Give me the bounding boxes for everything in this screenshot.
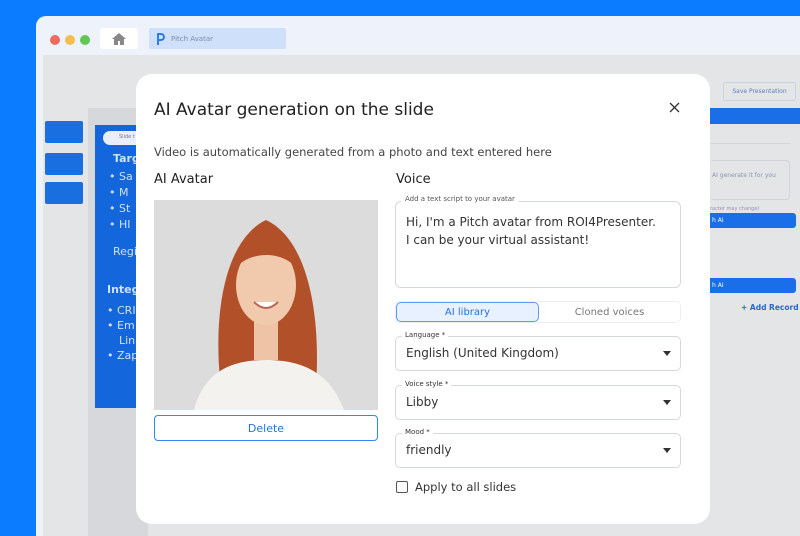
voice-style-select[interactable]: Voice style * Libby (395, 380, 681, 420)
tab-title: Pitch Avatar (171, 34, 213, 43)
modal-subtitle: Video is automatically generated from a … (154, 145, 552, 159)
voice-heading: Voice (396, 172, 431, 187)
delete-button[interactable]: Delete (154, 415, 378, 441)
slide-thumbnail[interactable] (45, 121, 83, 143)
ai-avatar-modal: AI Avatar generation on the slide Video … (136, 74, 710, 524)
script-textarea[interactable]: Hi, I'm a Pitch avatar from ROI4Presente… (395, 201, 681, 288)
browser-tab[interactable]: Pitch Avatar (149, 28, 286, 49)
add-record-link[interactable]: + Add Record (741, 303, 799, 312)
slide-thumbnail[interactable] (45, 182, 83, 204)
close-window-dot[interactable] (50, 35, 60, 45)
slide-bullet: • Sa (109, 170, 133, 183)
generate-ai-button-2[interactable]: h AI (710, 278, 796, 293)
language-label: Language * (402, 331, 449, 339)
tab-cloned-voices[interactable]: Cloned voices (539, 302, 680, 322)
home-button[interactable] (100, 28, 138, 49)
apply-all-label[interactable]: Apply to all slides (415, 480, 516, 494)
chevron-down-icon (663, 351, 671, 356)
script-line: I can be your virtual assistant! (406, 233, 590, 247)
save-presentation-button[interactable]: Save Presentation (723, 82, 796, 101)
slide-heading: Integ (107, 283, 140, 296)
avatar-photo (154, 200, 378, 410)
divider (710, 143, 790, 144)
apply-all-checkbox[interactable] (396, 481, 408, 493)
slide-text: Regi (113, 245, 137, 258)
modal-title: AI Avatar generation on the slide (154, 100, 434, 120)
pitch-avatar-logo-icon (157, 32, 165, 45)
prompt-placeholder: AI generate it for you (712, 172, 776, 179)
voice-style-label: Voice style * (402, 380, 452, 388)
minimize-window-dot[interactable] (65, 35, 75, 45)
toolbar-bar (710, 108, 800, 124)
voice-source-toggle: AI library Cloned voices (395, 301, 681, 323)
tab-ai-library[interactable]: AI library (396, 302, 539, 322)
chevron-down-icon (663, 448, 671, 453)
mood-label: Mood * (402, 428, 433, 436)
maximize-window-dot[interactable] (80, 35, 90, 45)
slide-bullet: • St (109, 202, 131, 215)
chevron-down-icon (663, 400, 671, 405)
avatar-heading: AI Avatar (154, 172, 214, 187)
script-line: Hi, I'm a Pitch avatar from ROI4Presente… (406, 215, 656, 229)
slide-bullet: • M (109, 186, 129, 199)
home-icon (112, 32, 126, 45)
voice-style-value: Libby (406, 395, 439, 409)
slide-thumbnail[interactable] (45, 153, 83, 175)
slide-text: Lin (119, 334, 136, 347)
generate-ai-button[interactable]: h AI (710, 213, 796, 228)
script-label: Add a text script to your avatar (401, 195, 519, 203)
slide-bullet: • HI (109, 218, 131, 231)
language-select[interactable]: Language * English (United Kingdom) (395, 331, 681, 371)
slide-bullet: • Zap (107, 349, 139, 362)
slide-bullet: • CRI (107, 304, 136, 317)
language-value: English (United Kingdom) (406, 346, 559, 360)
mood-select[interactable]: Mood * friendly (395, 428, 681, 468)
slide-bullet: • Em (107, 319, 135, 332)
mood-value: friendly (406, 443, 452, 457)
prompt-input[interactable] (710, 160, 790, 200)
close-icon[interactable] (669, 102, 680, 113)
note-text: racter may change) (710, 206, 760, 212)
